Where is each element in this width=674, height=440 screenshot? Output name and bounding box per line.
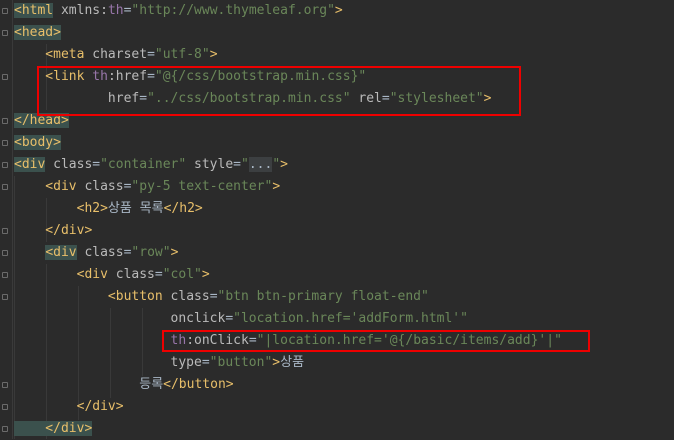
code-editor[interactable]: <html xmlns:th = "http://www.thymeleaf.org… (0, 0, 674, 439)
code-token: 등록 (139, 377, 164, 392)
highlight-box-link (37, 66, 521, 116)
code-token: > (272, 179, 281, 194)
code-token: > (272, 355, 281, 370)
code-token: <div (14, 157, 46, 172)
code-line[interactable]: </div> (14, 220, 92, 242)
code-line[interactable]: <html xmlns:th="http://www.thymeleaf.org… (14, 0, 343, 22)
code-line[interactable]: <div class="py-5 text-center"> (14, 176, 280, 198)
code-token: </div> (14, 421, 93, 436)
code-token: th (107, 3, 124, 18)
code-token: style (186, 157, 234, 172)
code-token: = (147, 47, 155, 62)
code-line[interactable]: <div class="row"> (14, 242, 178, 264)
fold-marker-icon[interactable] (2, 140, 8, 146)
code-line[interactable]: <button class="btn btn-primary float-end… (14, 286, 429, 308)
code-token: class (162, 289, 210, 304)
fold-marker-icon[interactable] (2, 118, 8, 124)
code-line[interactable]: </div> (14, 418, 93, 440)
code-token: charset (84, 47, 148, 62)
code-token: <body> (14, 135, 61, 150)
code-token: class (76, 179, 124, 194)
code-token: " (241, 157, 249, 172)
code-line[interactable]: onclick="location.href='addForm.html'" (14, 308, 468, 330)
code-token: <div (45, 245, 77, 260)
code-token: class (45, 157, 93, 172)
code-line[interactable]: </div> (14, 396, 124, 418)
code-token: "col" (162, 267, 202, 282)
fold-marker-icon[interactable] (2, 30, 8, 36)
fold-marker-icon[interactable] (2, 294, 8, 300)
fold-marker-icon[interactable] (2, 184, 8, 190)
fold-marker-icon[interactable] (2, 250, 8, 256)
fold-marker-icon[interactable] (2, 404, 8, 410)
code-token: "utf-8" (154, 47, 210, 62)
fold-marker-icon[interactable] (2, 162, 8, 168)
code-token: <h2> (14, 201, 108, 216)
code-token: " (272, 157, 281, 172)
code-token: type (14, 355, 202, 370)
code-token: class (107, 267, 155, 282)
code-line[interactable]: <body> (14, 132, 61, 154)
code-token: "location.href='addForm.html'" (233, 311, 468, 326)
code-token: > (334, 3, 343, 18)
code-token: "container" (100, 157, 187, 172)
code-token: "row" (131, 245, 171, 260)
code-token: class (76, 245, 124, 260)
code-token: <button (14, 289, 163, 304)
code-token: = (92, 157, 101, 172)
code-line[interactable]: <meta charset="utf-8"> (14, 44, 218, 66)
code-token: <div (14, 179, 77, 194)
fold-marker-icon[interactable] (2, 74, 8, 80)
code-token: 상품 목록 (107, 201, 164, 216)
fold-marker-icon[interactable] (2, 426, 8, 432)
code-line[interactable]: <div class="col"> (14, 264, 210, 286)
code-token: <div (14, 267, 108, 282)
code-token: "py-5 text-center" (131, 179, 273, 194)
code-token: "http://www.thymeleaf.org" (131, 3, 335, 18)
code-line[interactable]: <h2>상품 목록</h2> (14, 198, 203, 220)
code-token: <head> (14, 25, 61, 40)
code-token: </div> (14, 223, 93, 238)
code-token: = (225, 311, 234, 326)
code-token: </h2> (163, 201, 203, 216)
editor-gutter (0, 0, 13, 439)
code-token: </div> (14, 399, 124, 414)
code-token: <meta (14, 47, 85, 62)
code-token: > (201, 267, 210, 282)
code-token: onclick (14, 311, 226, 326)
code-token: "button" (209, 355, 273, 370)
highlight-box-onclick (162, 330, 590, 352)
code-token: "btn btn-primary float-end" (217, 289, 429, 304)
code-token: = (201, 355, 210, 370)
code-token: = (233, 157, 241, 172)
code-line[interactable]: 등록</button> (14, 374, 234, 396)
fold-marker-icon[interactable] (2, 272, 8, 278)
code-token: <html (14, 3, 54, 18)
code-line[interactable]: <div class="container" style="..."> (14, 154, 288, 176)
fold-marker-icon[interactable] (2, 382, 8, 388)
code-token: </button> (163, 377, 234, 392)
fold-marker-icon[interactable] (2, 228, 8, 234)
code-token: 상품 (280, 355, 305, 370)
code-token: xmlns: (53, 3, 108, 18)
code-token: ... (248, 157, 273, 172)
code-line[interactable]: <head> (14, 22, 61, 44)
code-token: = (209, 289, 218, 304)
code-token: > (280, 157, 288, 172)
code-token: > (170, 245, 179, 260)
fold-marker-icon[interactable] (2, 8, 8, 14)
code-token: = (154, 267, 163, 282)
code-line[interactable]: type="button">상품 (14, 352, 305, 374)
code-token: > (209, 47, 218, 62)
